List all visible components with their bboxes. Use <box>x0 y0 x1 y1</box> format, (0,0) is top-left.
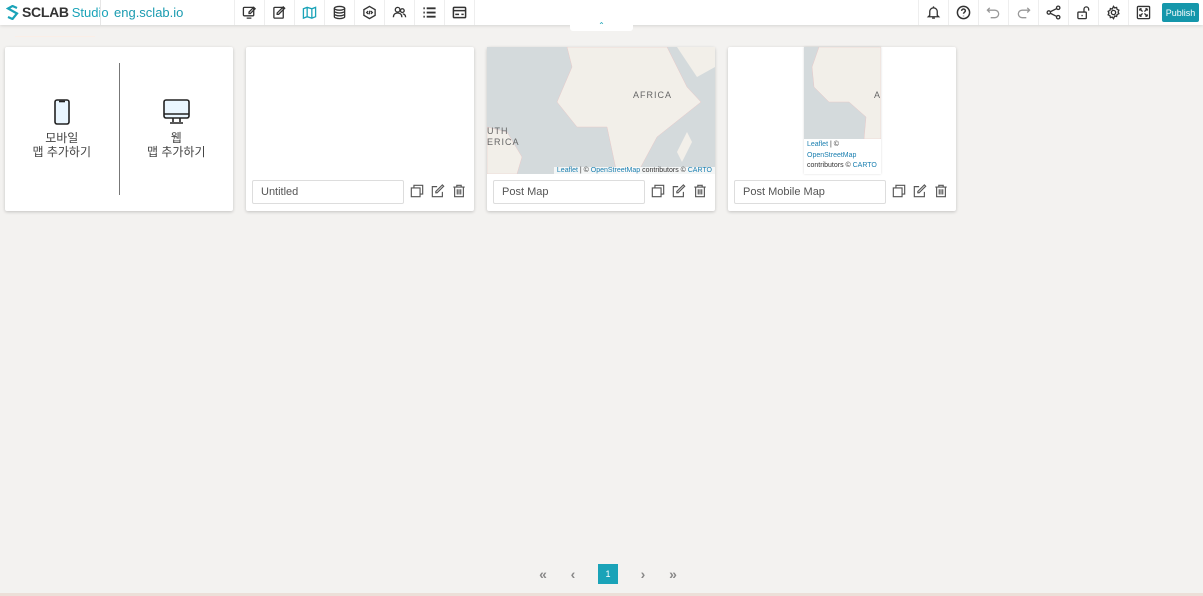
map-label: A <box>874 90 881 100</box>
chevron-up-icon: ⌃ <box>598 21 605 30</box>
web-label: 웹 <box>170 131 182 145</box>
logo[interactable]: SCLAB Studio <box>6 4 109 20</box>
share-icon[interactable] <box>1038 0 1068 25</box>
page-1-button[interactable]: 1 <box>598 564 618 584</box>
web-sublabel: 맵 추가하기 <box>146 145 206 159</box>
users-icon[interactable] <box>384 0 414 25</box>
trash-icon[interactable] <box>452 184 466 198</box>
undo-icon[interactable] <box>978 0 1008 25</box>
first-page-button[interactable]: « <box>528 566 558 582</box>
add-map-card: 모바일 맵 추가하기 웹 맵 추가하기 <box>5 47 233 211</box>
redo-icon[interactable] <box>1008 0 1038 25</box>
mobile-sublabel: 맵 추가하기 <box>32 145 92 159</box>
leaflet-link[interactable]: Leaflet <box>807 141 828 148</box>
divider <box>15 36 95 37</box>
duplicate-icon[interactable] <box>410 184 424 198</box>
map-label: UTH <box>487 126 509 136</box>
duplicate-icon[interactable] <box>892 184 906 198</box>
map-label: ERICA <box>487 137 520 147</box>
help-icon[interactable] <box>948 0 978 25</box>
publish-button[interactable]: Publish <box>1162 3 1199 22</box>
domain-link[interactable]: eng.sclab.io <box>100 0 183 25</box>
bell-icon[interactable] <box>918 0 948 25</box>
mobile-phone-icon <box>53 99 70 125</box>
osm-link[interactable]: OpenStreetMap <box>591 167 640 174</box>
map-label: AFRICA <box>633 90 673 100</box>
duplicate-icon[interactable] <box>651 184 665 198</box>
unlock-icon[interactable] <box>1068 0 1098 25</box>
map-name-input[interactable] <box>734 180 886 204</box>
trash-icon[interactable] <box>693 184 707 198</box>
map-card[interactable]: AFRICA UTH ERICA Leaflet | © OpenStreetM… <box>487 47 715 211</box>
carto-link[interactable]: CARTO <box>853 162 877 169</box>
card-icon[interactable] <box>444 0 474 25</box>
pagination: « ‹ 1 › » <box>528 564 688 584</box>
carto-link[interactable]: CARTO <box>688 167 712 174</box>
trash-icon[interactable] <box>934 184 948 198</box>
map-card[interactable]: A Leaflet | © OpenStreetMap contributors … <box>728 47 956 211</box>
map-attribution: Leaflet | © OpenStreetMap contributors © … <box>807 141 877 169</box>
prev-page-button[interactable]: ‹ <box>558 566 588 582</box>
last-page-button[interactable]: » <box>658 566 688 582</box>
collapse-toolbar-handle[interactable]: ⌃ <box>570 22 633 31</box>
map-name-input[interactable] <box>493 180 645 204</box>
add-mobile-map-button[interactable]: 모바일 맵 추가하기 <box>5 47 119 211</box>
osm-link[interactable]: OpenStreetMap <box>807 152 856 159</box>
code-icon[interactable] <box>354 0 384 25</box>
database-icon[interactable] <box>324 0 354 25</box>
edit-icon[interactable] <box>264 0 294 25</box>
edit-screen-icon[interactable] <box>234 0 264 25</box>
map-preview[interactable]: AFRICA UTH ERICA Leaflet | © OpenStreetM… <box>487 47 715 174</box>
edit-icon[interactable] <box>913 184 927 198</box>
list-icon[interactable] <box>414 0 444 25</box>
logo-text: SCLAB <box>22 4 69 20</box>
map-name-input[interactable] <box>252 180 404 204</box>
desktop-monitor-icon <box>162 99 190 124</box>
mobile-map-preview[interactable]: A Leaflet | © OpenStreetMap contributors … <box>804 47 881 174</box>
edit-icon[interactable] <box>672 184 686 198</box>
sclab-logo-icon <box>6 4 19 20</box>
add-web-map-button[interactable]: 웹 맵 추가하기 <box>120 47 234 211</box>
map-icon[interactable] <box>294 0 324 25</box>
fullscreen-icon[interactable] <box>1128 0 1158 25</box>
mobile-label: 모바일 <box>45 131 79 145</box>
gear-icon[interactable] <box>1098 0 1128 25</box>
map-attribution: Leaflet | © OpenStreetMap contributors ©… <box>553 167 715 174</box>
next-page-button[interactable]: › <box>628 566 658 582</box>
map-card[interactable] <box>246 47 474 211</box>
leaflet-link[interactable]: Leaflet <box>557 167 578 174</box>
edit-icon[interactable] <box>431 184 445 198</box>
